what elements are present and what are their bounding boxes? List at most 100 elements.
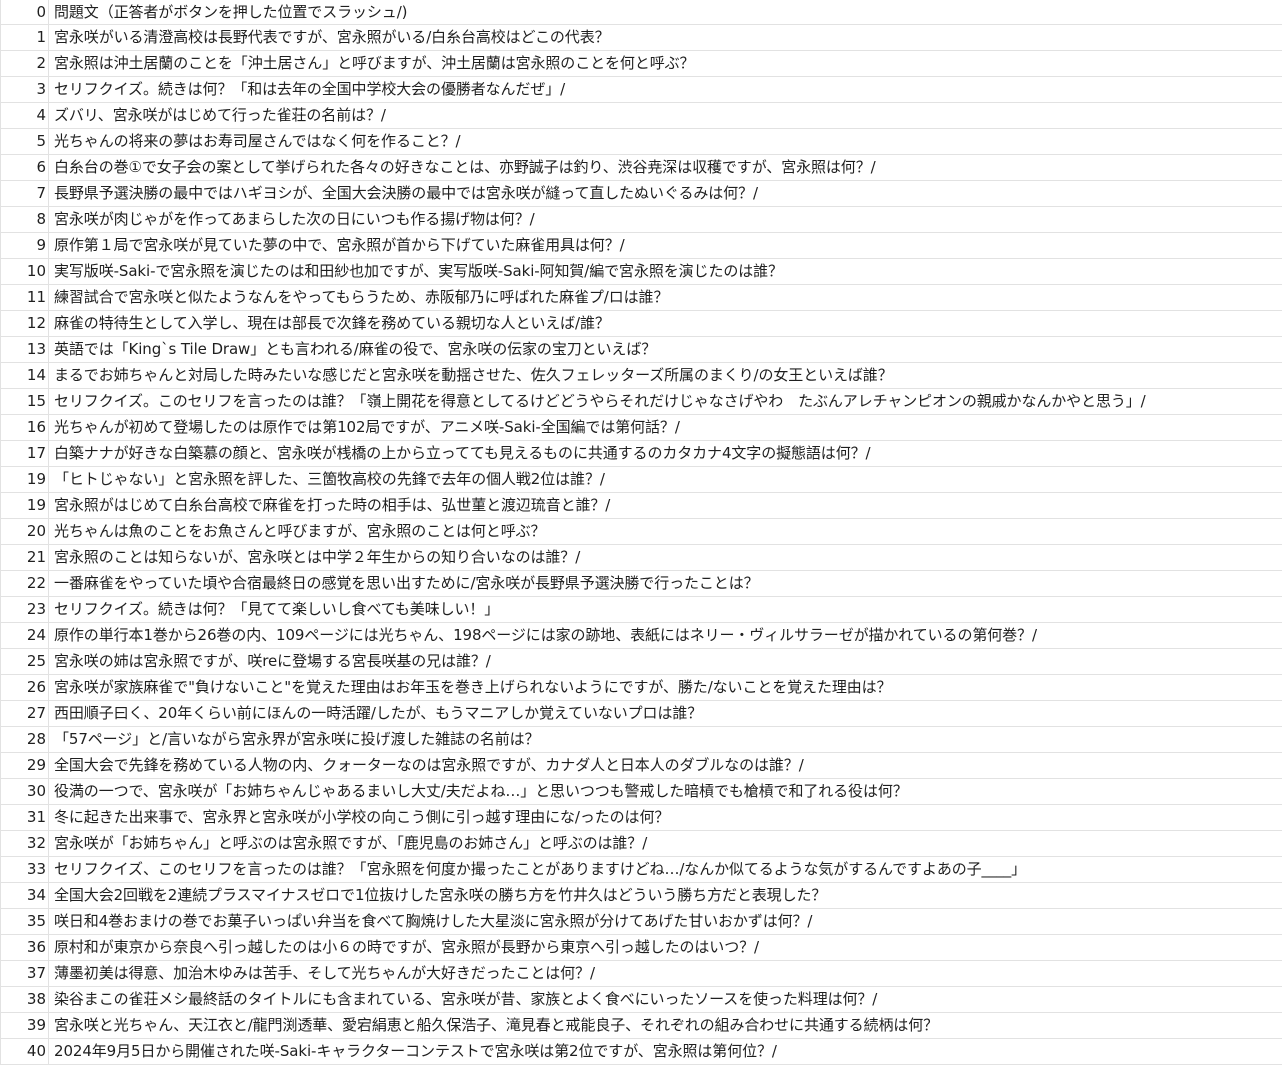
row-index-cell[interactable]: 24: [1, 623, 49, 648]
table-row[interactable]: 19 宮永照がはじめて白糸台高校で麻雀を打った時の相手は、弘世菫と渡辺琉音と誰？/: [1, 493, 1282, 519]
table-row[interactable]: 13 英語では「King`s Tile Draw」とも言われる/麻雀の役で、宮永咲…: [1, 337, 1282, 363]
row-index-cell[interactable]: 34: [1, 883, 49, 908]
row-index-cell[interactable]: 19: [1, 493, 49, 518]
row-index-cell[interactable]: 19: [1, 467, 49, 492]
table-row[interactable]: 5 光ちゃんの将来の夢はお寿司屋さんではなく何を作ること？/: [1, 129, 1282, 155]
row-index-cell[interactable]: 36: [1, 935, 49, 960]
row-index-cell[interactable]: 4: [1, 103, 49, 128]
table-row[interactable]: 9 原作第１局で宮永咲が見ていた夢の中で、宮永照が首から下げていた麻雀用具は何？/: [1, 233, 1282, 259]
question-text-cell[interactable]: 宮永咲が肉じゃがを作ってあまらした次の日にいつも作る揚げ物は何？/: [49, 207, 1282, 232]
table-row[interactable]: 29 全国大会で先鋒を務めている人物の内、クォーターなのは宮永照ですが、カナダ人と…: [1, 753, 1282, 779]
table-row[interactable]: 35 咲日和4巻おまけの巻でお菓子いっぱい弁当を食べて胸焼けした大星淡に宮永照が分…: [1, 909, 1282, 935]
question-text-cell[interactable]: 「ヒトじゃない」と宮永照を評した、三箇牧高校の先鋒で去年の個人戦2位は誰？/: [49, 467, 1282, 492]
table-row[interactable]: 23 セリフクイズ。続きは何？「見てて楽しいし食べても美味しい！」: [1, 597, 1282, 623]
question-text-cell[interactable]: 宮永咲の姉は宮永照ですが、咲reに登場する宮長咲基の兄は誰？/: [49, 649, 1282, 674]
question-text-cell[interactable]: 問題文（正答者がボタンを押した位置でスラッシュ/): [49, 0, 1282, 24]
question-text-cell[interactable]: 冬に起きた出来事で、宮永界と宮永咲が小学校の向こう側に引っ越す理由にな/ったのは…: [49, 805, 1282, 830]
row-index-cell[interactable]: 9: [1, 233, 49, 258]
question-text-cell[interactable]: 宮永咲が「お姉ちゃん」と呼ぶのは宮永照ですが、「鹿児島のお姉さん」と呼ぶのは誰？…: [49, 831, 1282, 856]
row-index-cell[interactable]: 13: [1, 337, 49, 362]
question-text-cell[interactable]: 原村和が東京から奈良へ引っ越したのは小６の時ですが、宮永照が長野から東京へ引っ越…: [49, 935, 1282, 960]
table-row[interactable]: 21 宮永照のことは知らないが、宮永咲とは中学２年生からの知り合いなのは誰？/: [1, 545, 1282, 571]
table-row[interactable]: 37 薄墨初美は得意、加治木ゆみは苦手、そして光ちゃんが大好きだったことは何？/: [1, 961, 1282, 987]
table-row[interactable]: 6 白糸台の巻①で女子会の案として挙げられた各々の好きなことは、亦野誠子は釣り、渋…: [1, 155, 1282, 181]
table-row[interactable]: 31 冬に起きた出来事で、宮永界と宮永咲が小学校の向こう側に引っ越す理由にな/った…: [1, 805, 1282, 831]
question-text-cell[interactable]: 原作の単行本1巻から26巻の内、109ページには光ちゃん、198ページには家の跡…: [49, 623, 1282, 648]
table-row[interactable]: 8 宮永咲が肉じゃがを作ってあまらした次の日にいつも作る揚げ物は何？/: [1, 207, 1282, 233]
row-index-cell[interactable]: 1: [1, 25, 49, 50]
table-row[interactable]: 0 問題文（正答者がボタンを押した位置でスラッシュ/): [1, 0, 1282, 25]
table-row[interactable]: 38 染谷まこの雀荘メシ最終話のタイトルにも含まれている、宮永咲が昔、家族とよく食…: [1, 987, 1282, 1013]
table-row[interactable]: 3 セリフクイズ。続きは何？「和は去年の全国中学校大会の優勝者なんだぜ」/: [1, 77, 1282, 103]
question-text-cell[interactable]: 西田順子曰く、20年くらい前にほんの一時活躍/したが、もうマニアしか覚えていない…: [49, 701, 1282, 726]
row-index-cell[interactable]: 23: [1, 597, 49, 622]
question-text-cell[interactable]: セリフクイズ。このセリフを言ったのは誰？「嶺上開花を得意としてるけどどうやらそれ…: [49, 389, 1282, 414]
table-row[interactable]: 22 一番麻雀をやっていた頃や合宿最終日の感覚を思い出すために/宮永咲が長野県予選…: [1, 571, 1282, 597]
row-index-cell[interactable]: 14: [1, 363, 49, 388]
row-index-cell[interactable]: 17: [1, 441, 49, 466]
table-row[interactable]: 7 長野県予選決勝の最中ではハギヨシが、全国大会決勝の最中では宮永咲が縫って直した…: [1, 181, 1282, 207]
row-index-cell[interactable]: 39: [1, 1013, 49, 1038]
row-index-cell[interactable]: 10: [1, 259, 49, 284]
row-index-cell[interactable]: 21: [1, 545, 49, 570]
row-index-cell[interactable]: 2: [1, 51, 49, 76]
question-text-cell[interactable]: 光ちゃんは魚のことをお魚さんと呼びますが、宮永照のことは何と呼ぶ？: [49, 519, 1282, 544]
row-index-cell[interactable]: 38: [1, 987, 49, 1012]
question-text-cell[interactable]: セリフクイズ、このセリフを言ったのは誰？「宮永照を何度か撮ったことがありますけど…: [49, 857, 1282, 882]
row-index-cell[interactable]: 28: [1, 727, 49, 752]
table-row[interactable]: 27 西田順子曰く、20年くらい前にほんの一時活躍/したが、もうマニアしか覚えてい…: [1, 701, 1282, 727]
row-index-cell[interactable]: 29: [1, 753, 49, 778]
question-text-cell[interactable]: 宮永咲がいる清澄高校は長野代表ですが、宮永照がいる/白糸台高校はどこの代表？: [49, 25, 1282, 50]
row-index-cell[interactable]: 22: [1, 571, 49, 596]
table-row[interactable]: 34 全国大会2回戦を2連続プラスマイナスゼロで1位抜けした宮永咲の勝ち方を竹井久…: [1, 883, 1282, 909]
question-text-cell[interactable]: 宮永照のことは知らないが、宮永咲とは中学２年生からの知り合いなのは誰？/: [49, 545, 1282, 570]
row-index-cell[interactable]: 8: [1, 207, 49, 232]
question-text-cell[interactable]: ズバリ、宮永咲がはじめて行った雀荘の名前は？/: [49, 103, 1282, 128]
row-index-cell[interactable]: 0: [1, 0, 49, 24]
row-index-cell[interactable]: 33: [1, 857, 49, 882]
question-text-cell[interactable]: 全国大会で先鋒を務めている人物の内、クォーターなのは宮永照ですが、カナダ人と日本…: [49, 753, 1282, 778]
table-row[interactable]: 2 宮永照は沖土居蘭のことを「沖土居さん」と呼びますが、沖土居蘭は宮永照のことを何…: [1, 51, 1282, 77]
table-row[interactable]: 39 宮永咲と光ちゃん、天江衣と/龍門渕透華、愛宕絹恵と船久保浩子、滝見春と戒能良…: [1, 1013, 1282, 1039]
question-text-cell[interactable]: 宮永咲と光ちゃん、天江衣と/龍門渕透華、愛宕絹恵と船久保浩子、滝見春と戒能良子、…: [49, 1013, 1282, 1038]
row-index-cell[interactable]: 37: [1, 961, 49, 986]
question-text-cell[interactable]: 白糸台の巻①で女子会の案として挙げられた各々の好きなことは、亦野誠子は釣り、渋谷…: [49, 155, 1282, 180]
question-text-cell[interactable]: 練習試合で宮永咲と似たようなんをやってもらうため、赤阪郁乃に呼ばれた麻雀プ/ロは…: [49, 285, 1282, 310]
row-index-cell[interactable]: 6: [1, 155, 49, 180]
row-index-cell[interactable]: 12: [1, 311, 49, 336]
question-text-cell[interactable]: 全国大会2回戦を2連続プラスマイナスゼロで1位抜けした宮永咲の勝ち方を竹井久はど…: [49, 883, 1282, 908]
question-text-cell[interactable]: 原作第１局で宮永咲が見ていた夢の中で、宮永照が首から下げていた麻雀用具は何？/: [49, 233, 1282, 258]
row-index-cell[interactable]: 26: [1, 675, 49, 700]
row-index-cell[interactable]: 5: [1, 129, 49, 154]
row-index-cell[interactable]: 7: [1, 181, 49, 206]
question-text-cell[interactable]: 実写版咲-Saki-で宮永照を演じたのは和田紗也加ですが、実写版咲-Saki-阿…: [49, 259, 1282, 284]
question-text-cell[interactable]: 染谷まこの雀荘メシ最終話のタイトルにも含まれている、宮永咲が昔、家族とよく食べに…: [49, 987, 1282, 1012]
row-index-cell[interactable]: 25: [1, 649, 49, 674]
row-index-cell[interactable]: 11: [1, 285, 49, 310]
question-text-cell[interactable]: セリフクイズ。続きは何？「和は去年の全国中学校大会の優勝者なんだぜ」/: [49, 77, 1282, 102]
row-index-cell[interactable]: 27: [1, 701, 49, 726]
table-row[interactable]: 15 セリフクイズ。このセリフを言ったのは誰？「嶺上開花を得意としてるけどどうやら…: [1, 389, 1282, 415]
table-row[interactable]: 33 セリフクイズ、このセリフを言ったのは誰？「宮永照を何度か撮ったことがあります…: [1, 857, 1282, 883]
question-text-cell[interactable]: 「57ページ」と/言いながら宮永界が宮永咲に投げ渡した雑誌の名前は？: [49, 727, 1282, 752]
table-row[interactable]: 36 原村和が東京から奈良へ引っ越したのは小６の時ですが、宮永照が長野から東京へ引…: [1, 935, 1282, 961]
table-row[interactable]: 28 「57ページ」と/言いながら宮永界が宮永咲に投げ渡した雑誌の名前は？: [1, 727, 1282, 753]
table-row[interactable]: 19 「ヒトじゃない」と宮永照を評した、三箇牧高校の先鋒で去年の個人戦2位は誰？/: [1, 467, 1282, 493]
table-row[interactable]: 24 原作の単行本1巻から26巻の内、109ページには光ちゃん、198ページには家…: [1, 623, 1282, 649]
question-text-cell[interactable]: セリフクイズ。続きは何？「見てて楽しいし食べても美味しい！」: [49, 597, 1282, 622]
question-text-cell[interactable]: 宮永咲が家族麻雀で"負けないこと"を覚えた理由はお年玉を巻き上げられないようにで…: [49, 675, 1282, 700]
question-text-cell[interactable]: 役満の一つで、宮永咲が「お姉ちゃんじゃあるまいし大丈/夫だよね…」と思いつつも警…: [49, 779, 1282, 804]
question-text-cell[interactable]: まるでお姉ちゃんと対局した時みたいな感じだと宮永咲を動揺させた、佐久フェレッター…: [49, 363, 1282, 388]
table-row[interactable]: 17 白築ナナが好きな白築慕の顔と、宮永咲が桟橋の上から立ってても見えるものに共通…: [1, 441, 1282, 467]
row-index-cell[interactable]: 31: [1, 805, 49, 830]
row-index-cell[interactable]: 16: [1, 415, 49, 440]
question-text-cell[interactable]: 英語では「King`s Tile Draw」とも言われる/麻雀の役で、宮永咲の伝…: [49, 337, 1282, 362]
table-row[interactable]: 16 光ちゃんが初めて登場したのは原作では第102局ですが、アニメ咲-Saki-全…: [1, 415, 1282, 441]
table-row[interactable]: 25 宮永咲の姉は宮永照ですが、咲reに登場する宮長咲基の兄は誰？/: [1, 649, 1282, 675]
row-index-cell[interactable]: 30: [1, 779, 49, 804]
question-text-cell[interactable]: 白築ナナが好きな白築慕の顔と、宮永咲が桟橋の上から立ってても見えるものに共通する…: [49, 441, 1282, 466]
table-row[interactable]: 26 宮永咲が家族麻雀で"負けないこと"を覚えた理由はお年玉を巻き上げられないよう…: [1, 675, 1282, 701]
question-text-cell[interactable]: 宮永照は沖土居蘭のことを「沖土居さん」と呼びますが、沖土居蘭は宮永照のことを何と…: [49, 51, 1282, 76]
row-index-cell[interactable]: 32: [1, 831, 49, 856]
table-row[interactable]: 40 2024年9月5日から開催された咲-Saki-キャラクターコンテストで宮永咲…: [1, 1039, 1282, 1065]
